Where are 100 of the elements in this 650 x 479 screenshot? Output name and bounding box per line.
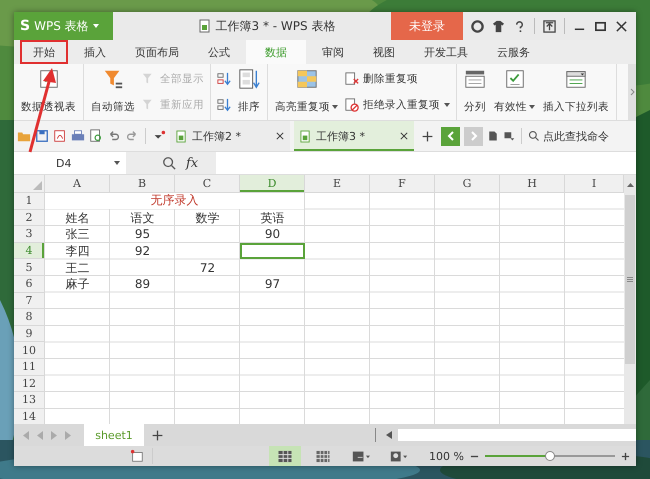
menu-tab[interactable]: 数据 (246, 40, 306, 64)
command-search-field[interactable]: 点此查找命令 (528, 130, 613, 142)
column-header[interactable]: C (175, 175, 240, 193)
row-header[interactable]: 11 (14, 358, 45, 376)
column-header[interactable]: E (305, 175, 370, 193)
plus-icon[interactable] (621, 452, 630, 460)
ribbon-button[interactable]: 排序 (235, 64, 263, 120)
column-header[interactable]: A (45, 175, 110, 193)
column-header[interactable]: I (565, 175, 624, 193)
caret-icon (529, 105, 535, 109)
row-header[interactable]: 5 (14, 259, 45, 276)
save-icon[interactable] (35, 129, 49, 143)
document-icon (198, 19, 211, 33)
row-header[interactable]: 9 (14, 326, 45, 342)
checklist-icon (504, 68, 526, 90)
grid-icon (314, 450, 332, 462)
eye-care-icon (390, 450, 408, 462)
column-header[interactable]: H (500, 175, 565, 193)
ribbon-button[interactable]: 拒绝录入重复项 (343, 96, 452, 114)
print-preview-icon[interactable] (89, 129, 103, 143)
sort-button[interactable] (215, 96, 233, 114)
plus-icon[interactable] (421, 130, 434, 142)
help-icon[interactable] (513, 20, 526, 32)
table-cell: 97 (264, 278, 280, 290)
column-header[interactable]: D (240, 175, 305, 193)
maximize-icon[interactable] (594, 20, 607, 32)
close-icon[interactable] (400, 132, 408, 140)
row-header[interactable]: 10 (14, 342, 45, 359)
table-cell: 王二 (66, 262, 90, 274)
pin-window-icon[interactable] (543, 20, 556, 32)
column-header[interactable]: B (110, 175, 175, 193)
sort-icon (217, 98, 231, 112)
table-cell: 麻子 (66, 278, 90, 290)
menu-tab[interactable]: 公式 (195, 40, 243, 64)
zoom-slider[interactable] (485, 451, 615, 461)
table-cell: 数学 (196, 212, 220, 224)
menu-tab[interactable]: 开发工具 (411, 40, 481, 64)
row-header[interactable]: 13 (14, 392, 45, 409)
document-tab[interactable]: 工作簿3 * (294, 121, 414, 151)
row-header[interactable]: 3 (14, 226, 45, 243)
menu-tab[interactable]: 审阅 (309, 40, 357, 64)
row-header[interactable]: 4 (14, 242, 45, 260)
skin-icon[interactable] (471, 20, 484, 32)
sort-icon (238, 68, 260, 90)
grip-icon (627, 277, 633, 282)
caret-icon (444, 103, 450, 107)
view-button[interactable] (269, 446, 302, 466)
ribbon-button[interactable]: 分列 (461, 64, 489, 120)
menu-tab[interactable]: 插入 (71, 40, 119, 64)
row-header[interactable]: 6 (14, 276, 45, 293)
caret-icon (92, 24, 99, 28)
grid-icon (276, 450, 294, 462)
window-title: 工作簿3 * - WPS 表格 (216, 18, 336, 34)
dropdown-menu-icon[interactable] (503, 130, 515, 142)
insert-function-button[interactable]: fx (186, 156, 198, 170)
row-header[interactable]: 1 (14, 193, 45, 210)
document-icon[interactable] (487, 130, 499, 142)
table-cell: 张三 (66, 228, 90, 240)
redo-icon[interactable] (125, 129, 139, 143)
menu-tab[interactable]: 视图 (360, 40, 408, 64)
row-header[interactable]: 8 (14, 309, 45, 326)
calendar-icon[interactable] (130, 449, 144, 463)
menu-tab[interactable]: 云服务 (484, 40, 543, 64)
column-header[interactable]: G (435, 175, 500, 193)
selected-cell[interactable] (240, 242, 305, 260)
menu-tab[interactable]: 开始 (20, 40, 68, 64)
plus-icon[interactable] (151, 428, 164, 442)
row-header[interactable]: 14 (14, 408, 45, 424)
row-header[interactable]: 7 (14, 292, 45, 310)
close-icon[interactable] (615, 20, 628, 32)
menu-tab[interactable]: 页面布局 (122, 40, 192, 64)
document-tab[interactable]: 工作簿2 * (170, 121, 290, 151)
left-arrow-icon (386, 431, 392, 439)
pdf-icon[interactable] (53, 129, 67, 143)
vertical-scrollbar[interactable] (624, 175, 636, 424)
chevron-left-icon (446, 131, 454, 141)
zoom-function-icon[interactable] (162, 156, 176, 170)
sort-icon (217, 72, 231, 86)
close-icon[interactable] (276, 132, 284, 140)
chevron-right-icon (630, 88, 634, 96)
previous-tab-button[interactable] (441, 126, 460, 146)
undo-icon[interactable] (107, 129, 121, 143)
slider-thumb[interactable] (545, 451, 555, 461)
sort-button[interactable] (215, 70, 233, 88)
column-header[interactable]: F (370, 175, 435, 193)
triangle-icon (33, 181, 42, 190)
table-cell: 语文 (130, 212, 154, 224)
ribbon-button[interactable]: 自动筛选 (88, 64, 138, 120)
shirt-icon[interactable] (492, 20, 505, 32)
ribbon-button[interactable]: 插入下拉列表 (540, 64, 612, 120)
row-header[interactable]: 12 (14, 376, 45, 392)
ribbon-button[interactable]: 高亮重复项 (272, 64, 341, 120)
row-header[interactable]: 2 (14, 210, 45, 226)
up-arrow-icon (626, 182, 634, 186)
printer-icon[interactable] (71, 129, 85, 143)
ribbon-button[interactable]: 有效性 (491, 64, 538, 120)
name-box[interactable]: D4 (14, 152, 126, 174)
tab-label: 工作簿3 * (316, 128, 366, 144)
ribbon-button[interactable]: 删除重复项 (343, 70, 452, 88)
table-cell: 72 (200, 262, 216, 274)
